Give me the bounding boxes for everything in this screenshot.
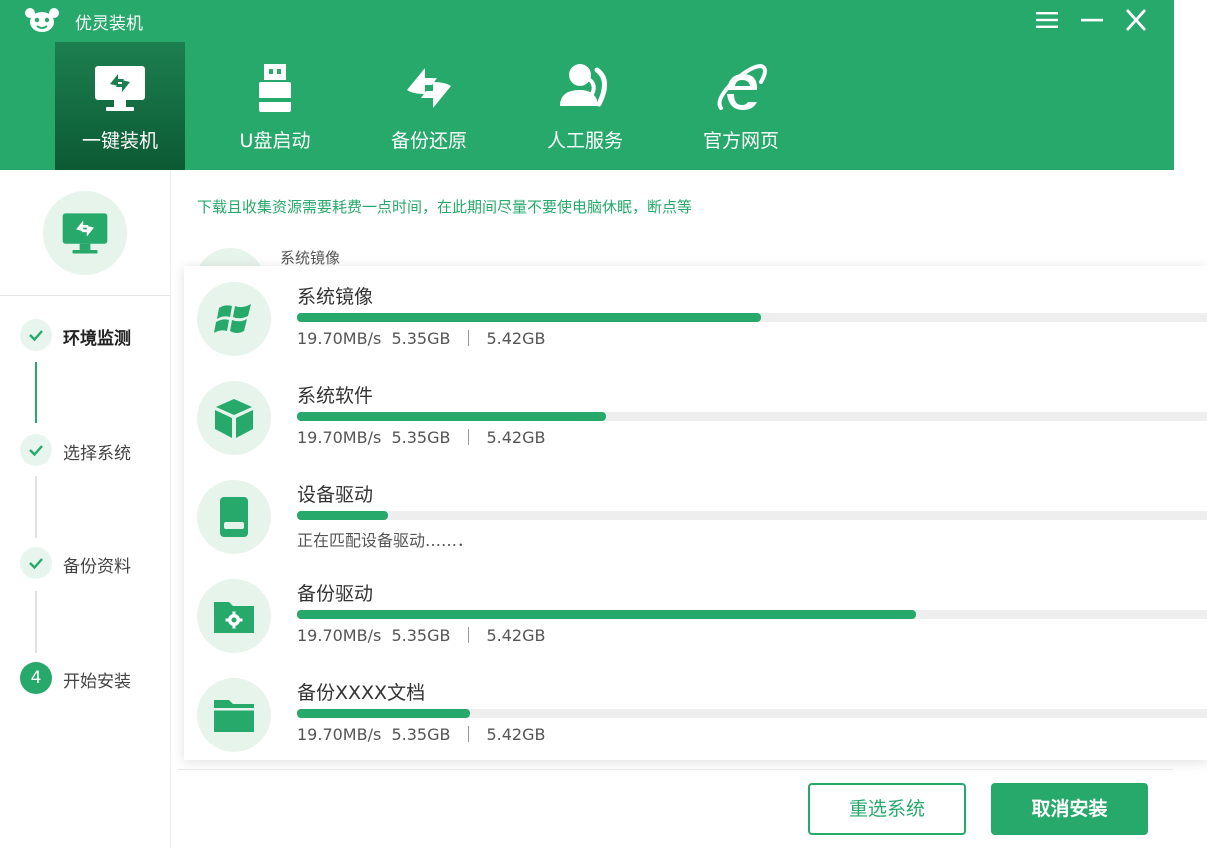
monitor-reinstall-icon (95, 66, 145, 111)
step-connector (35, 476, 37, 538)
check-icon (29, 330, 43, 342)
reselect-system-button[interactable]: 重选系统 (808, 783, 966, 835)
speed-text: 19.70MB/s (297, 428, 382, 447)
close-icon[interactable] (1120, 6, 1152, 34)
list-item: 系统软件 19.70MB/s 5.35GB 5.42GB (184, 365, 1207, 464)
ie-browser-icon (717, 63, 767, 110)
downloaded-size: 5.35GB (391, 428, 451, 447)
total-size: 5.42GB (486, 626, 546, 645)
item-meta: 19.70MB/s 5.35GB 5.42GB (297, 725, 545, 744)
nav-customer-service[interactable]: 人工服务 (520, 42, 650, 170)
progress-fill (297, 412, 607, 421)
nav-official-website[interactable]: 官方网页 (676, 42, 806, 170)
folder-gear-icon (214, 602, 254, 633)
list-item: 备份驱动 19.70MB/s 5.35GB 5.42GB (184, 563, 1207, 662)
step-number: 4 (20, 662, 52, 694)
step-label: 开始安装 (63, 672, 131, 692)
header-bar: 优灵装机 一键装机 U盘启动 备份还原 人工服务 官方网页 (0, 0, 1174, 170)
nav-one-click-install[interactable]: 一键装机 (55, 42, 185, 170)
progress-fill (297, 313, 762, 322)
folder-icon (214, 700, 254, 732)
download-hint: 下载且收集资源需要耗费一点时间，在此期间尽量不要使电脑休眠，断点等 (197, 198, 693, 216)
speed-text: 19.70MB/s (297, 725, 382, 744)
nav-label: U盘启动 (239, 130, 311, 152)
nav-usb-boot[interactable]: U盘启动 (210, 42, 340, 170)
usb-drive-icon (259, 64, 291, 112)
step-label: 环境监测 (63, 329, 131, 349)
menu-icon[interactable] (1031, 6, 1063, 34)
step-connector (35, 591, 37, 653)
speed-text: 19.70MB/s (297, 626, 382, 645)
downloaded-size: 5.35GB (391, 725, 451, 744)
progress-track (297, 313, 1207, 322)
progress-fill (297, 511, 388, 520)
item-title: 备份XXXX文档 (297, 682, 426, 704)
total-size: 5.42GB (486, 329, 546, 348)
cancel-install-button[interactable]: 取消安装 (991, 783, 1148, 835)
nav-label: 人工服务 (546, 130, 623, 152)
app-logo-icon (25, 8, 59, 32)
downloaded-size: 5.35GB (391, 329, 451, 348)
item-title: 设备驱动 (297, 484, 374, 506)
item-title: 系统镜像 (297, 286, 374, 308)
footer-divider (178, 769, 1174, 770)
item-meta: 19.70MB/s 5.35GB 5.42GB (297, 428, 545, 447)
item-title: 系统软件 (297, 385, 374, 407)
download-list-panel: 系统镜像 19.70MB/s 5.35GB 5.42GB 系统软件 19.70MB… (184, 266, 1207, 760)
item-meta: 19.70MB/s 5.35GB 5.42GB (297, 626, 545, 645)
step-label: 备份资料 (63, 557, 131, 577)
hard-drive-icon (220, 497, 248, 537)
monitor-reinstall-icon (62, 213, 108, 254)
progress-fill (297, 610, 916, 619)
speed-text: 19.70MB/s (297, 329, 382, 348)
total-size: 5.42GB (486, 428, 546, 447)
minimize-icon[interactable] (1076, 6, 1108, 34)
step-connector (35, 362, 37, 423)
check-icon (29, 558, 43, 570)
list-item: 设备驱动 正在匹配设备驱动……． (184, 464, 1207, 563)
customer-service-icon (560, 64, 607, 107)
nav-label: 备份还原 (390, 130, 467, 152)
nav-label: 官方网页 (702, 130, 779, 152)
progress-track (297, 610, 1207, 619)
downloaded-size: 5.35GB (391, 626, 451, 645)
progress-track (297, 511, 1207, 520)
background-row-icon (195, 248, 265, 266)
progress-fill (297, 709, 470, 718)
step-label: 选择系统 (63, 444, 131, 464)
progress-track (297, 709, 1207, 718)
app-title: 优灵装机 (75, 14, 143, 34)
sidebar-divider (0, 295, 170, 296)
item-status: 正在匹配设备驱动……． (297, 531, 474, 550)
item-title: 备份驱动 (297, 583, 374, 605)
background-row-title: 系统镜像 (280, 249, 341, 266)
list-item: 系统镜像 19.70MB/s 5.35GB 5.42GB (184, 266, 1207, 365)
nav-backup-restore[interactable]: 备份还原 (364, 42, 494, 170)
nav-label: 一键装机 (81, 130, 158, 152)
check-icon (29, 445, 43, 457)
list-item: 备份XXXX文档 19.70MB/s 5.35GB 5.42GB (184, 662, 1207, 761)
install-badge (43, 191, 127, 275)
package-box-icon (215, 399, 253, 438)
backup-restore-icon (407, 68, 451, 108)
progress-track (297, 412, 1207, 421)
item-meta: 19.70MB/s 5.35GB 5.42GB (297, 329, 545, 348)
step-sidebar: 环境监测 选择系统 备份资料 4 开始安装 (0, 170, 171, 848)
total-size: 5.42GB (486, 725, 546, 744)
windows-logo-icon (214, 304, 251, 333)
